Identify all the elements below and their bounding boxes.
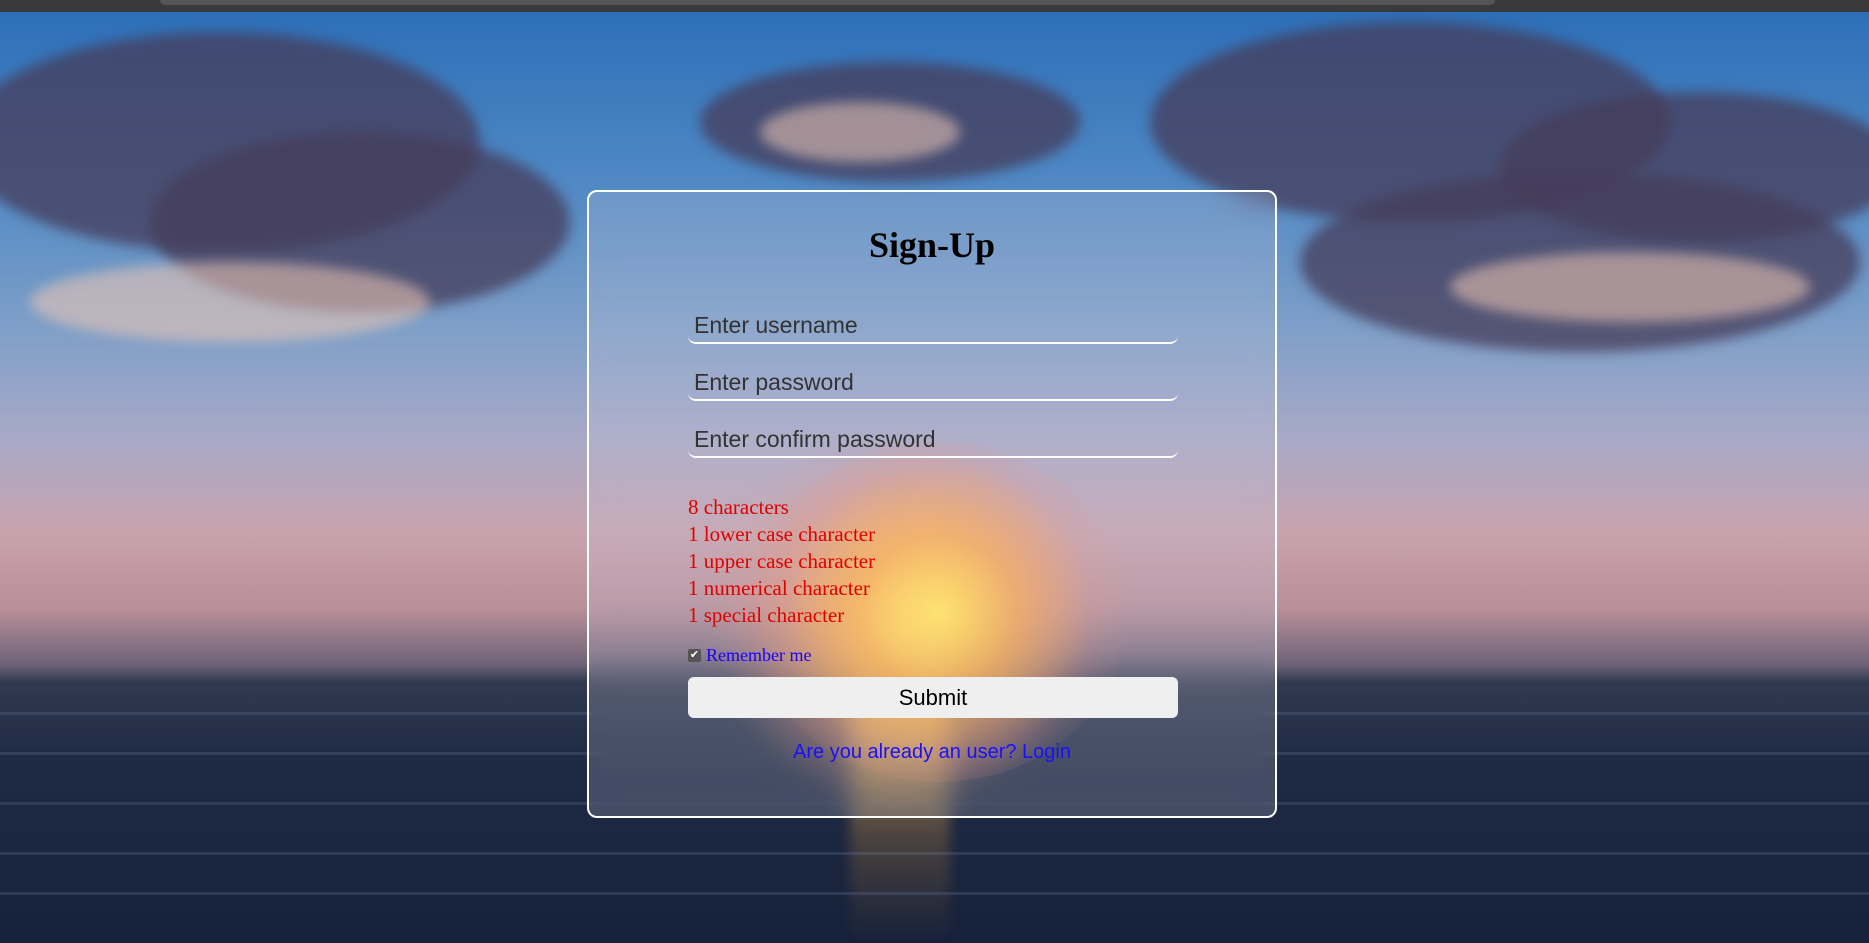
remember-me-label: Remember me: [706, 645, 812, 665]
rule-lowercase: 1 lower case character: [688, 522, 876, 546]
password-input[interactable]: [688, 365, 1178, 401]
browser-top-bar: [0, 0, 1869, 12]
login-link[interactable]: Are you already an user? Login: [589, 741, 1275, 764]
password-rules: 8 characters 1 lower case character 1 up…: [688, 494, 875, 629]
browser-top-bar-strip: [160, 0, 1495, 5]
remember-me-checkbox[interactable]: ✔: [688, 649, 701, 662]
rule-uppercase: 1 upper case character: [688, 549, 876, 573]
username-input[interactable]: [688, 308, 1178, 344]
remember-me-row[interactable]: ✔ Remember me: [688, 645, 811, 666]
confirm-password-input[interactable]: [688, 422, 1178, 458]
submit-button[interactable]: Submit: [688, 677, 1178, 718]
form-title: Sign-Up: [868, 225, 996, 265]
rule-special: 1 special character: [688, 603, 845, 627]
rule-length: 8 characters: [688, 495, 789, 519]
signup-card: Sign-Up 8 characters 1 lower case charac…: [587, 190, 1277, 818]
rule-numeric: 1 numerical character: [688, 576, 870, 600]
